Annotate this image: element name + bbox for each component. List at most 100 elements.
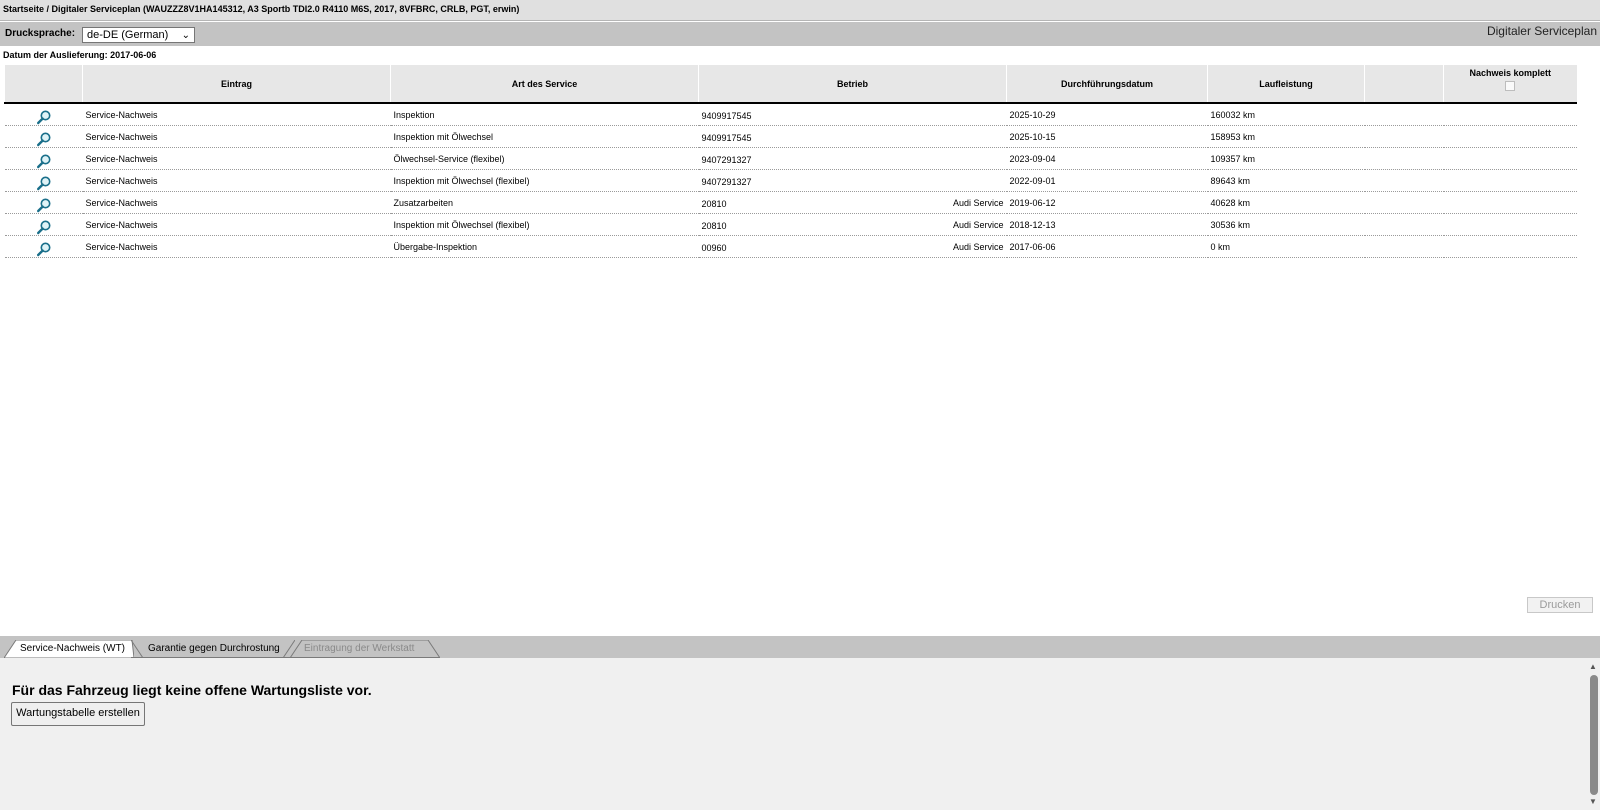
cell-entry: Service-Nachweis xyxy=(82,125,391,148)
tab-service-proof[interactable]: Service-Nachweis (WT) xyxy=(4,640,134,658)
cell-entry: Service-Nachweis xyxy=(82,191,391,214)
cell-extra xyxy=(1364,103,1444,126)
cell-workshop: 00960 Audi Service xyxy=(698,235,1007,258)
workshop-number: 20810 xyxy=(701,199,727,209)
cell-extra xyxy=(1364,235,1444,258)
magnifier-icon[interactable] xyxy=(36,241,52,257)
cell-complete xyxy=(1443,169,1577,192)
cell-complete xyxy=(1443,191,1577,214)
workshop-number: 9407291327 xyxy=(701,177,752,187)
print-language-value: de-DE (German) xyxy=(87,29,169,41)
row-details-cell xyxy=(4,213,83,236)
cell-entry: Service-Nachweis xyxy=(82,213,391,236)
service-table: Eintrag Art des Service Betrieb Durchfüh… xyxy=(4,65,1577,258)
column-header-complete-label: Nachweis komplett xyxy=(1469,68,1552,78)
cell-date: 2025-10-29 xyxy=(1006,103,1208,126)
magnifier-icon[interactable] xyxy=(36,197,52,213)
row-details-cell xyxy=(4,147,83,170)
magnifier-icon[interactable] xyxy=(36,219,52,235)
cell-date: 2019-06-12 xyxy=(1006,191,1208,214)
row-details-cell xyxy=(4,169,83,192)
cell-service-type: Zusatzarbeiten xyxy=(390,191,699,214)
cell-mileage: 0 km xyxy=(1207,235,1365,258)
cell-date: 2023-09-04 xyxy=(1006,147,1208,170)
cell-service-type: Inspektion mit Ölwechsel (flexibel) xyxy=(390,169,699,192)
cell-date: 2022-09-01 xyxy=(1006,169,1208,192)
arrow-up-icon[interactable]: ▲ xyxy=(1589,662,1597,671)
table-row[interactable]: Service-Nachweis Zusatzarbeiten 20810 Audi … xyxy=(4,191,1577,214)
cell-mileage: 89643 km xyxy=(1207,169,1365,192)
cell-extra xyxy=(1364,147,1444,170)
cell-service-type: Ölwechsel-Service (flexibel) xyxy=(390,147,699,170)
cell-mileage: 160032 km xyxy=(1207,103,1365,126)
arrow-down-icon[interactable]: ▼ xyxy=(1589,797,1597,806)
cell-service-type: Inspektion xyxy=(390,103,699,126)
table-row[interactable]: Service-Nachweis Übergabe-Inspektion 00960… xyxy=(4,235,1577,258)
language-toolbar: Drucksprache: de-DE (German) ⌄ Digitaler… xyxy=(0,22,1600,46)
column-header-icon xyxy=(4,65,83,104)
column-header-workshop[interactable]: Betrieb xyxy=(698,65,1007,104)
cell-workshop: 20810 Audi Service xyxy=(698,191,1007,214)
workshop-name: Audi Service xyxy=(952,220,1004,230)
table-header-row: Eintrag Art des Service Betrieb Durchfüh… xyxy=(4,65,1577,104)
workshop-name: Audi Service xyxy=(952,242,1004,252)
table-row[interactable]: Service-Nachweis Inspektion mit Ölwechsel… xyxy=(4,169,1577,192)
row-details-cell xyxy=(4,103,83,126)
cell-workshop: 9407291327 xyxy=(698,169,1007,192)
cell-service-type: Inspektion mit Ölwechsel xyxy=(390,125,699,148)
tab-rust-guarantee[interactable]: Garantie gegen Durchrostung xyxy=(131,640,295,658)
cell-date: 2025-10-15 xyxy=(1006,125,1208,148)
row-details-cell xyxy=(4,235,83,258)
column-header-date[interactable]: Durchführungsdatum xyxy=(1006,65,1208,104)
row-details-cell xyxy=(4,125,83,148)
cell-complete xyxy=(1443,125,1577,148)
tab-rust-guarantee-label: Garantie gegen Durchrostung xyxy=(148,643,280,654)
cell-date: 2018-12-13 xyxy=(1006,213,1208,236)
cell-complete xyxy=(1443,147,1577,170)
workshop-number: 9409917545 xyxy=(701,133,752,143)
table-row[interactable]: Service-Nachweis Inspektion mit Ölwechsel… xyxy=(4,213,1577,236)
chevron-down-icon: ⌄ xyxy=(181,30,190,41)
table-row[interactable]: Service-Nachweis Inspektion mit Ölwechsel… xyxy=(4,125,1577,148)
cell-entry: Service-Nachweis xyxy=(82,169,391,192)
cell-service-type: Übergabe-Inspektion xyxy=(390,235,699,258)
print-language-select[interactable]: de-DE (German) ⌄ xyxy=(82,27,195,43)
column-header-extra xyxy=(1364,65,1444,104)
scrollbar-thumb[interactable] xyxy=(1590,675,1598,795)
cell-complete xyxy=(1443,103,1577,126)
workshop-number: 00960 xyxy=(701,243,727,253)
app-title: Digitaler Serviceplan xyxy=(1486,24,1597,38)
column-header-mileage[interactable]: Laufleistung xyxy=(1207,65,1365,104)
column-header-service-type[interactable]: Art des Service xyxy=(390,65,699,104)
cell-complete xyxy=(1443,213,1577,236)
cell-workshop: 9409917545 xyxy=(698,125,1007,148)
cell-workshop: 9407291327 xyxy=(698,147,1007,170)
delivery-date: Datum der Auslieferung: 2017-06-06 xyxy=(3,50,157,60)
cell-mileage: 158953 km xyxy=(1207,125,1365,148)
cell-mileage: 40628 km xyxy=(1207,191,1365,214)
tab-service-proof-label: Service-Nachweis (WT) xyxy=(20,643,126,654)
tab-workshop-entry: Eintragung der Werkstatt xyxy=(290,640,440,658)
magnifier-icon[interactable] xyxy=(36,109,52,125)
column-header-complete: Nachweis komplett xyxy=(1443,65,1577,104)
table-body: Service-Nachweis Inspektion 9409917545 2025… xyxy=(4,103,1577,258)
magnifier-icon[interactable] xyxy=(36,131,52,147)
cell-mileage: 30536 km xyxy=(1207,213,1365,236)
cell-mileage: 109357 km xyxy=(1207,147,1365,170)
panel-scrollbar[interactable]: ▲ ▼ xyxy=(1587,658,1600,810)
workshop-name: Audi Service xyxy=(952,198,1004,208)
magnifier-icon[interactable] xyxy=(36,153,52,169)
complete-checkbox[interactable] xyxy=(1505,81,1516,91)
magnifier-icon[interactable] xyxy=(36,175,52,191)
create-maintenance-table-button[interactable]: Wartungstabelle erstellen xyxy=(11,702,145,726)
workshop-number: 9409917545 xyxy=(701,111,752,121)
table-row[interactable]: Service-Nachweis Ölwechsel-Service (flexi… xyxy=(4,147,1577,170)
column-header-entry[interactable]: Eintrag xyxy=(82,65,391,104)
row-details-cell xyxy=(4,191,83,214)
table-row[interactable]: Service-Nachweis Inspektion 9409917545 2025… xyxy=(4,103,1577,126)
cell-entry: Service-Nachweis xyxy=(82,235,391,258)
cell-entry: Service-Nachweis xyxy=(82,147,391,170)
print-button[interactable]: Drucken xyxy=(1527,597,1593,613)
cell-workshop: 20810 Audi Service xyxy=(698,213,1007,236)
tab-workshop-entry-label: Eintragung der Werkstatt xyxy=(304,643,415,654)
